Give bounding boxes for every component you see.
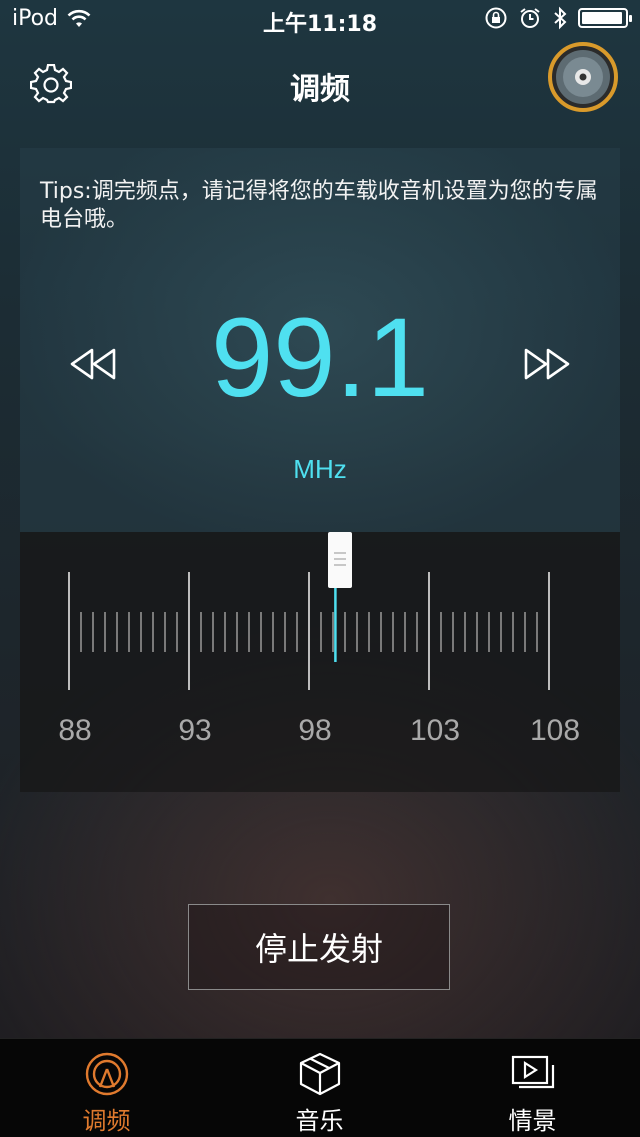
box-icon — [299, 1052, 341, 1096]
dial-label: 98 — [298, 714, 332, 747]
broadcast-icon — [85, 1052, 129, 1096]
page-title: 调频 — [290, 72, 350, 107]
tab-label: 音乐 — [295, 1107, 344, 1135]
dial-label: 108 — [529, 714, 581, 747]
tab-label: 调频 — [82, 1107, 131, 1135]
dial-label: 88 — [58, 714, 92, 747]
tab-scene[interactable]: 情景 — [426, 1039, 639, 1137]
alarm-icon — [520, 8, 540, 28]
tab-tuning[interactable]: 调频 — [0, 1039, 213, 1137]
frequency-dial[interactable]: 88 93 98 103 108 — [20, 532, 620, 792]
status-bar: iPod 上午11:18 — [0, 0, 640, 40]
dial-labels: 88 93 98 103 108 — [20, 714, 620, 754]
frequency-unit: MHz — [293, 454, 347, 484]
rotation-lock-icon — [485, 7, 507, 29]
dial-handle[interactable] — [328, 532, 352, 588]
bluetooth-icon — [554, 6, 567, 30]
nav-bar: 调频 — [0, 40, 640, 128]
dial-label: 93 — [178, 714, 212, 747]
tips-text: Tips:调完频点，请记得将您的车载收音机设置为您的专属电台哦。 — [40, 179, 598, 232]
dial-scale — [68, 572, 550, 690]
stop-transmit-button[interactable]: 停止发射 — [188, 904, 450, 990]
tuner-panel: Tips:调完频点，请记得将您的车载收音机设置为您的专属电台哦。 99.1 MH… — [20, 148, 620, 532]
tab-label: 情景 — [508, 1107, 557, 1135]
seek-forward-icon[interactable] — [522, 346, 572, 382]
tab-music[interactable]: 音乐 — [213, 1039, 426, 1137]
video-icon — [511, 1055, 555, 1089]
disc-icon[interactable] — [548, 42, 618, 112]
status-right — [484, 6, 632, 30]
dial-label: 103 — [409, 714, 461, 747]
tab-bar: 调频 音乐 情景 — [0, 1038, 640, 1137]
battery-icon — [578, 8, 632, 28]
